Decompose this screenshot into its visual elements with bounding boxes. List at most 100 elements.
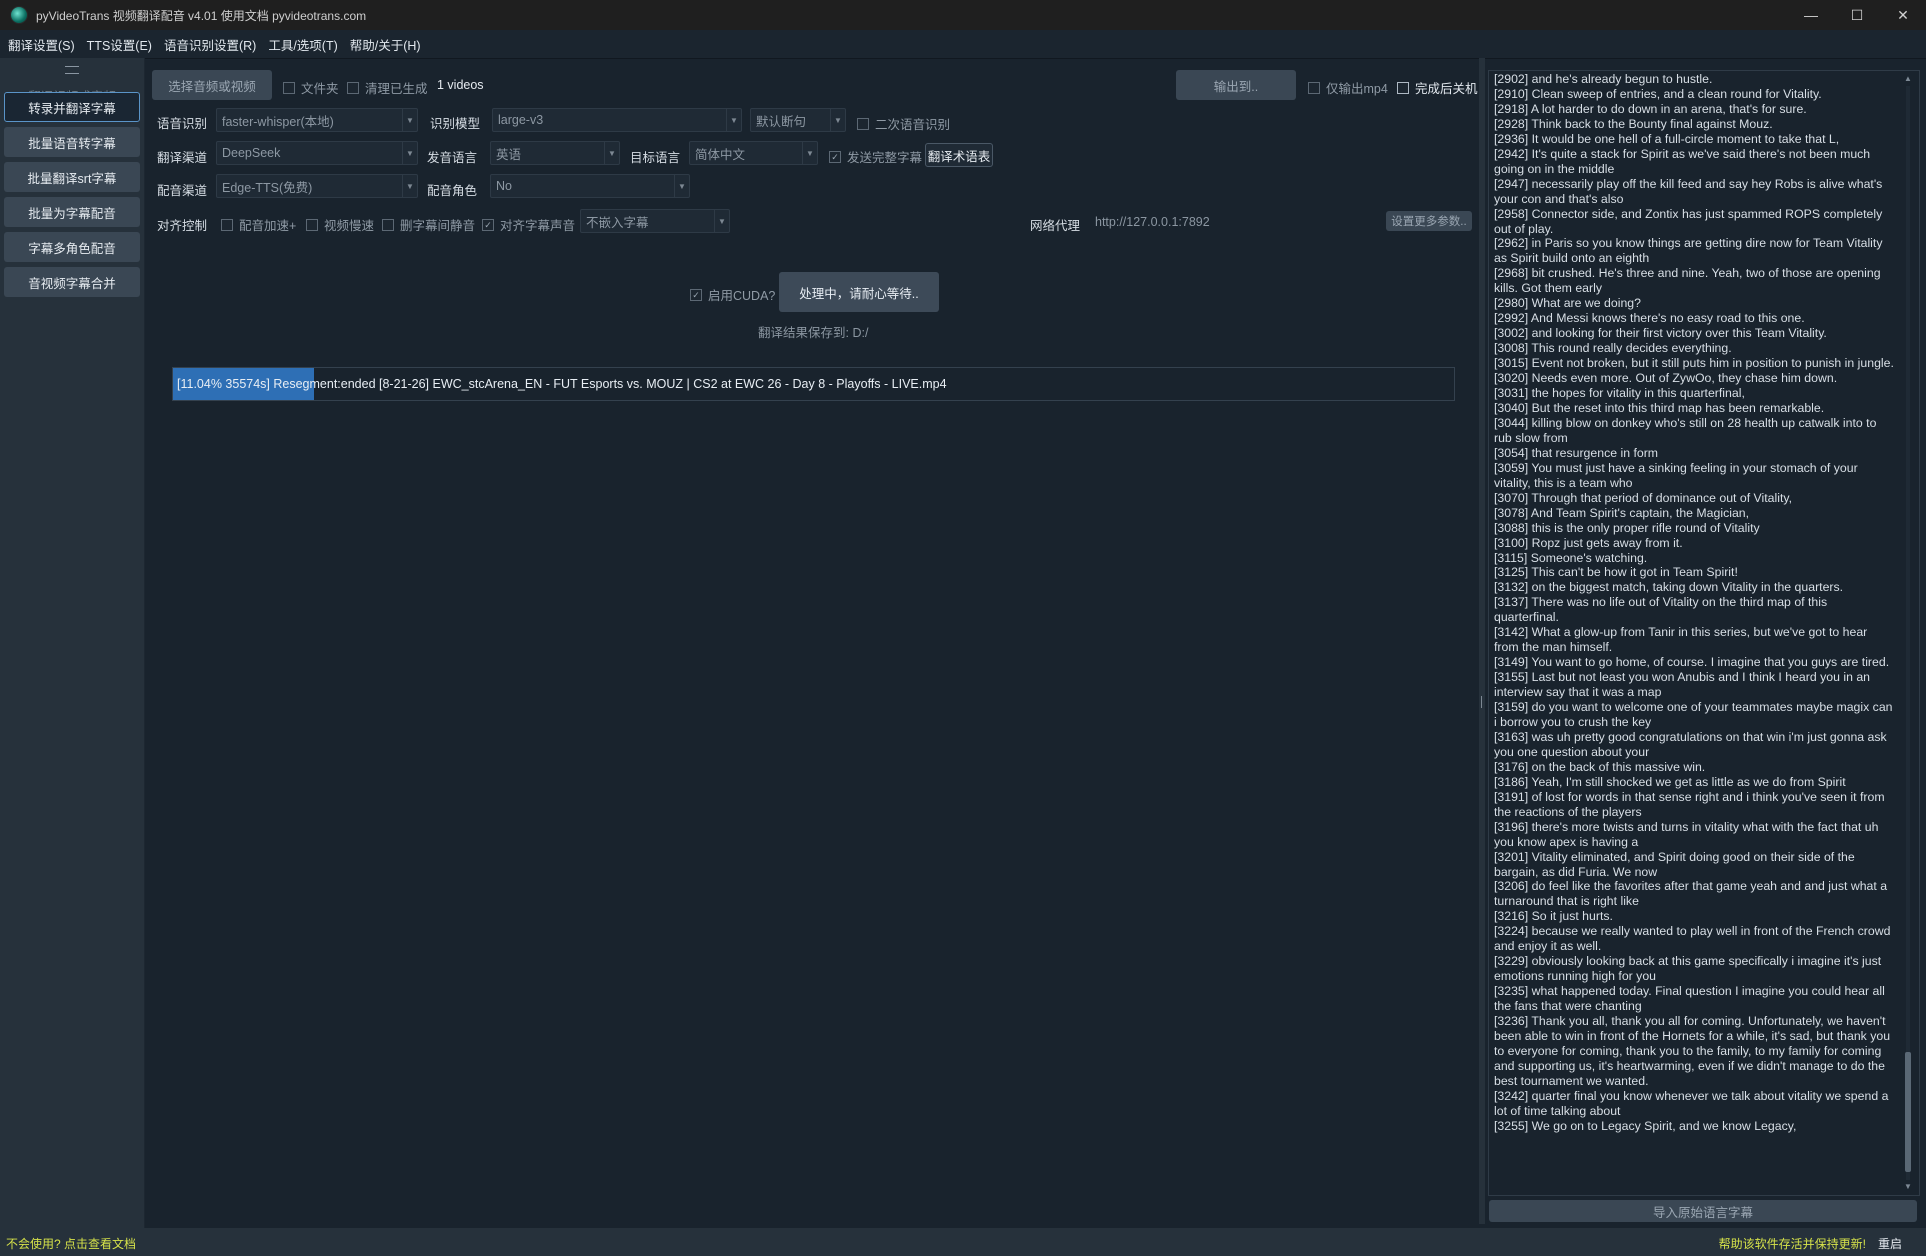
log-line: [3100] Ropz just gets away from it. [1494, 535, 1683, 550]
sidebar-grip-icon[interactable] [65, 66, 79, 74]
log-line: [3044] killing blow on donkey who's stil… [1494, 415, 1877, 445]
enable-cuda-label: 启用CUDA? [708, 289, 776, 303]
only-mp4-checkbox[interactable]: 仅输出mp4 [1308, 78, 1388, 97]
subtitle-log-text: [2902] and he's already begun to hustle.… [1494, 72, 1894, 1134]
dub-channel-select[interactable]: Edge-TTS(免费) ▼ [216, 174, 418, 198]
scroll-down-icon[interactable]: ▼ [1902, 1182, 1914, 1192]
app-logo-icon [10, 6, 28, 24]
log-line: [2980] What are we doing? [1494, 296, 1641, 311]
folder-checkbox[interactable]: 文件夹 [283, 78, 339, 97]
menu-asr-settings[interactable]: 语音识别设置(R) [156, 35, 260, 54]
dub-speedup-checkbox[interactable]: 配音加速+ [221, 215, 296, 234]
log-line: [3115] Someone's watching. [1494, 550, 1648, 565]
log-line: [2992] And Messi knows there's no easy r… [1494, 311, 1805, 326]
chevron-down-icon: ▼ [402, 142, 417, 164]
remove-silence-checkbox[interactable]: 删字幕间静音 [382, 215, 475, 234]
log-line: [3196] there's more twists and turns in … [1494, 819, 1879, 849]
minimize-button[interactable]: — [1788, 0, 1834, 30]
align-subtitle-sound-checkbox[interactable]: ✓ 对齐字幕声音 [482, 215, 575, 234]
checkbox-box [306, 218, 318, 231]
sidebar-item-batch-translate-srt[interactable]: 批量翻译srt字幕 [4, 162, 140, 192]
scroll-track [1906, 86, 1910, 1180]
checkbox-checked-icon: ✓ [829, 150, 841, 163]
dub-role-select[interactable]: No ▼ [490, 174, 690, 198]
restart-button[interactable]: 重启 [1878, 1235, 1902, 1252]
select-media-button[interactable]: 选择音频或视频 [152, 70, 272, 100]
help-docs-link[interactable]: 不会使用? 点击查看文档 [6, 1235, 136, 1252]
panel-splitter[interactable] [1479, 58, 1485, 1224]
source-language-select[interactable]: 英语 ▼ [490, 141, 620, 165]
second-asr-label: 二次语音识别 [875, 118, 951, 132]
log-line: [3078] And Team Spirit's captain, the Ma… [1494, 505, 1750, 520]
model-select[interactable]: large-v3 ▼ [492, 108, 742, 132]
menu-translate-settings[interactable]: 翻译设置(S) [0, 35, 79, 54]
glossary-button[interactable]: 翻译术语表 [925, 143, 993, 167]
menu-help[interactable]: 帮助/关于(H) [342, 35, 425, 54]
source-language-value: 英语 [496, 147, 522, 162]
target-language-select[interactable]: 简体中文 ▼ [689, 141, 818, 165]
scroll-thumb[interactable] [1905, 1052, 1911, 1172]
log-line: [3142] What a glow-up from Tanir in this… [1494, 625, 1868, 655]
save-path-label: 翻译结果保存到: D:/ [758, 326, 869, 340]
output-to-button[interactable]: 输出到.. [1176, 70, 1296, 100]
sidebar-item-batch-dubbing[interactable]: 批量为字幕配音 [4, 197, 140, 227]
log-line: [2958] Connector side, and Zontix has ju… [1494, 206, 1883, 236]
video-count: 1 videos [437, 78, 484, 92]
menu-tts-settings[interactable]: TTS设置(E) [79, 35, 156, 54]
log-line: [2968] bit crushed. He's three and nine.… [1494, 266, 1881, 296]
embed-subtitle-select[interactable]: 不嵌入字幕 ▼ [580, 209, 730, 233]
chevron-down-icon: ▼ [802, 142, 817, 164]
log-line: [2936] It would be one hell of a full-ci… [1494, 131, 1840, 146]
send-full-subtitle-checkbox[interactable]: ✓ 发送完整字幕 [829, 147, 922, 166]
split-mode-select[interactable]: 默认断句 ▼ [750, 108, 846, 132]
chevron-down-icon: ▼ [402, 109, 417, 131]
chevron-down-icon: ▼ [604, 142, 619, 164]
more-settings-button[interactable]: 设置更多参数.. [1386, 211, 1472, 231]
progress-bar[interactable]: [11.04% 35574s] Resegment:ended [8-21-26… [172, 367, 1455, 401]
source-language-label: 发音语言 [427, 151, 478, 165]
menu-tools[interactable]: 工具/选项(T) [260, 35, 341, 54]
clean-generated-checkbox[interactable]: 清理已生成 [347, 78, 428, 97]
log-line: [3176] on the back of this massive win. [1494, 759, 1706, 774]
log-line: [2947] necessarily play off the kill fee… [1494, 176, 1883, 206]
proxy-input[interactable]: http://127.0.0.1:7892 [1095, 215, 1210, 229]
log-line: [3132] on the biggest match, taking down… [1494, 580, 1844, 595]
enable-cuda-checkbox[interactable]: ✓ 启用CUDA? [690, 285, 775, 304]
log-line: [3206] do feel like the favorites after … [1494, 879, 1888, 909]
log-scrollbar[interactable]: ▲ ▼ [1901, 72, 1915, 1194]
sidebar-item-batch-speech-to-subtitle[interactable]: 批量语音转字幕 [4, 127, 140, 157]
maximize-button[interactable]: ☐ [1834, 0, 1880, 30]
video-slowdown-checkbox[interactable]: 视频慢速 [306, 215, 374, 234]
sidebar-item-multi-role-dubbing[interactable]: 字幕多角色配音 [4, 232, 140, 262]
log-line: [2962] in Paris so you know things are g… [1494, 236, 1883, 266]
translate-channel-select[interactable]: DeepSeek ▼ [216, 141, 418, 165]
checkbox-box [1308, 81, 1320, 94]
log-line: [3216] So it just hurts. [1494, 909, 1613, 924]
asr-select[interactable]: faster-whisper(本地) ▼ [216, 108, 418, 132]
shutdown-after-checkbox[interactable]: 完成后关机 [1397, 78, 1478, 97]
target-language-label: 目标语言 [630, 151, 681, 165]
subtitle-log-panel[interactable]: [2902] and he's already begun to hustle.… [1488, 70, 1920, 1196]
support-link[interactable]: 帮助该软件存活并保持更新! [1719, 1235, 1866, 1252]
sidebar: 翻译视频或音频 转录并翻译字幕 批量语音转字幕 批量翻译srt字幕 批量为字幕配… [0, 58, 145, 1228]
folder-label: 文件夹 [301, 82, 339, 96]
log-line: [2902] and he's already begun to hustle. [1494, 72, 1713, 86]
checkbox-checked-icon: ✓ [482, 218, 494, 231]
sidebar-item-transcribe-translate[interactable]: 转录并翻译字幕 [4, 92, 140, 122]
processing-button[interactable]: 处理中，请耐心等待.. [779, 272, 939, 312]
log-line: [3031] the hopes for vitality in this qu… [1494, 386, 1745, 401]
clean-generated-label: 清理已生成 [365, 82, 428, 96]
close-button[interactable]: ✕ [1880, 0, 1926, 30]
scroll-up-icon[interactable]: ▲ [1902, 74, 1914, 84]
log-line: [3020] Needs even more. Out of ZywOo, th… [1494, 371, 1838, 386]
checkbox-checked-icon: ✓ [690, 288, 702, 301]
log-line: [3008] This round really decides everyth… [1494, 341, 1732, 356]
log-line: [3201] Vitality eliminated, and Spirit d… [1494, 849, 1855, 879]
asr-label: 语音识别 [157, 117, 208, 131]
checkbox-box [347, 81, 359, 94]
translate-channel-label: 翻译渠道 [157, 151, 208, 165]
second-asr-checkbox[interactable]: 二次语音识别 [857, 114, 950, 133]
sidebar-item-av-subtitle-merge[interactable]: 音视频字幕合并 [4, 267, 140, 297]
dub-role-label: 配音角色 [427, 184, 478, 198]
import-original-subtitle-button[interactable]: 导入原始语言字幕 [1489, 1200, 1917, 1222]
